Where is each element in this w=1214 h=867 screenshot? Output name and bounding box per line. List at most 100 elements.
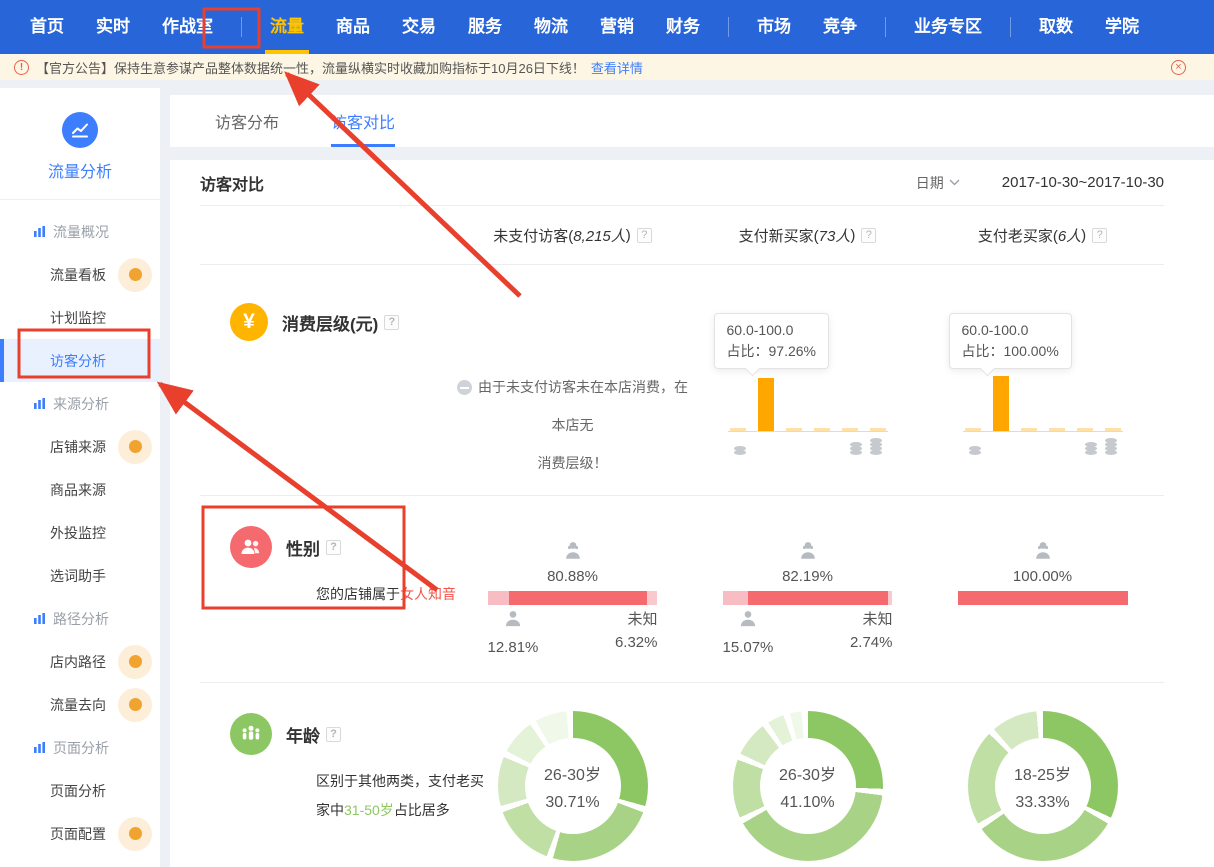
sidebar-item-流量去向[interactable]: 流量去向 <box>0 683 160 726</box>
female-share: 80.88% <box>488 540 658 585</box>
unknown-percent: 2.74% <box>850 632 893 655</box>
main-panel: 访客对比 日期 2017-10-30~2017-10-30 未支付访客(8,21… <box>170 160 1214 867</box>
nav-item-服务[interactable]: 服务 <box>452 0 518 54</box>
sidebar-item-路径分析[interactable]: 路径分析 <box>0 597 160 640</box>
tab-访客分布[interactable]: 访客分布 <box>215 109 279 147</box>
bar <box>786 428 802 431</box>
chart-icon <box>33 397 46 410</box>
sidebar-item-label: 页面分析 <box>50 781 106 801</box>
help-icon[interactable]: ? <box>384 315 399 330</box>
donut-center-label: 18-25岁 33.33% <box>968 711 1118 861</box>
help-icon[interactable]: ? <box>326 540 341 555</box>
sidebar-item-label: 页面分析 <box>53 738 109 758</box>
nav-item-交易[interactable]: 交易 <box>386 0 452 54</box>
sidebar-item-商品来源[interactable]: 商品来源 <box>0 468 160 511</box>
male-segment <box>488 591 510 605</box>
nav-item-商品[interactable]: 商品 <box>320 0 386 54</box>
female-share: 100.00% <box>958 540 1128 585</box>
section-gender: 性别 ? 您的店铺属于女人知音 80.88%12.81%未知6.32% 82.1… <box>200 495 1164 682</box>
date-dimension-dropdown[interactable]: 日期 <box>916 173 960 193</box>
notification-dot-core <box>129 698 142 711</box>
help-icon[interactable]: ? <box>861 228 876 243</box>
sidebar-item-流量看板[interactable]: 流量看板 <box>0 253 160 296</box>
bar <box>842 428 858 431</box>
column-header: 支付老买家(6人)? <box>925 225 1160 246</box>
age-donut-new-buyers: 26-30岁41.10% <box>690 683 925 867</box>
age-group-percent: 33.33% <box>1015 794 1069 812</box>
female-icon <box>562 540 584 562</box>
date-range-picker[interactable]: 2017-10-30~2017-10-30 <box>1002 174 1164 191</box>
chart-tooltip: 60.0-100.0占比：100.00% <box>949 313 1072 369</box>
sidebar-item-店铺来源[interactable]: 店铺来源 <box>0 425 160 468</box>
age-title: 年龄 <box>286 722 320 747</box>
sidebar-module-header: 流量分析 <box>0 88 160 200</box>
unknown-label: 未知 <box>850 609 893 632</box>
bar <box>758 378 774 431</box>
sidebar-item-访客分析[interactable]: 访客分析 <box>0 339 160 382</box>
notification-dot-core <box>129 268 142 281</box>
sidebar-item-页面分析[interactable]: 页面分析 <box>0 726 160 769</box>
mini-bar-chart: 60.0-100.0占比：97.26% <box>728 265 888 495</box>
sidebar-item-页面配置[interactable]: 页面配置 <box>0 812 160 855</box>
sidebar-item-label: 商品来源 <box>50 480 106 500</box>
nav-item-竞争[interactable]: 竞争 <box>807 0 873 54</box>
male-percent: 15.07% <box>723 637 774 660</box>
sidebar-items: 流量概况流量看板计划监控访客分析来源分析店铺来源商品来源外投监控选词助手路径分析… <box>0 200 160 855</box>
nav-item-取数[interactable]: 取数 <box>1023 0 1089 54</box>
nav-item-作战室[interactable]: 作战室 <box>146 0 229 54</box>
tooltip-share: 占比：100.00% <box>962 341 1059 362</box>
female-segment <box>748 591 888 605</box>
tab-访客对比[interactable]: 访客对比 <box>331 109 395 147</box>
sidebar-item-页面分析[interactable]: 页面分析 <box>0 769 160 812</box>
section-age: 年龄 ? 区别于其他两类，支付老买 家中31-50岁占比居多 26-30岁30.… <box>200 682 1164 867</box>
nav-item-物流[interactable]: 物流 <box>518 0 584 54</box>
close-icon[interactable]: × <box>1171 60 1186 75</box>
sidebar-item-来源分析[interactable]: 来源分析 <box>0 382 160 425</box>
sidebar-item-外投监控[interactable]: 外投监控 <box>0 511 160 554</box>
gender-chart: 82.19%15.07%未知2.74% <box>723 496 893 659</box>
donut-ring: 18-25岁 33.33% <box>968 711 1118 861</box>
level-axis-icons <box>728 435 888 457</box>
gender-bottom-labels: 12.81%未知6.32% <box>488 609 658 659</box>
level-axis-icons <box>963 435 1123 457</box>
chart-icon <box>33 612 46 625</box>
consumption-chart-old-buyers: 60.0-100.0占比：100.00% <box>925 265 1160 495</box>
sidebar-item-计划监控[interactable]: 计划监控 <box>0 296 160 339</box>
consumption-chart-new-buyers: 60.0-100.0占比：97.26% <box>690 265 925 495</box>
bar <box>1105 428 1121 431</box>
help-icon[interactable]: ? <box>637 228 652 243</box>
notification-dot <box>118 817 152 851</box>
coin-icon <box>1105 439 1117 455</box>
nav-divider <box>1010 17 1011 37</box>
nav-item-首页[interactable]: 首页 <box>14 0 80 54</box>
gender-chart-unpaid: 80.88% 12.81%未知6.32% <box>455 496 690 682</box>
gender-section-label: 性别 ? 您的店铺属于女人知音 <box>200 496 455 682</box>
column-header: 支付新买家(73人)? <box>690 225 925 246</box>
notification-dot-core <box>129 827 142 840</box>
sidebar-item-选词助手[interactable]: 选词助手 <box>0 554 160 597</box>
sidebar-item-店内路径[interactable]: 店内路径 <box>0 640 160 683</box>
age-group-label: 18-25岁 <box>1014 761 1071 785</box>
help-icon[interactable]: ? <box>326 727 341 742</box>
app-body: 流量分析 流量概况流量看板计划监控访客分析来源分析店铺来源商品来源外投监控选词助… <box>0 80 1214 867</box>
age-group-label: 26-30岁 <box>544 761 601 785</box>
nav-item-营销[interactable]: 营销 <box>584 0 650 54</box>
traffic-analysis-icon <box>62 112 98 148</box>
nav-item-流量[interactable]: 流量 <box>254 0 320 54</box>
nav-item-市场[interactable]: 市场 <box>741 0 807 54</box>
sidebar-item-label: 流量概况 <box>53 222 109 242</box>
nav-item-财务[interactable]: 财务 <box>650 0 716 54</box>
nav-item-学院[interactable]: 学院 <box>1089 0 1155 54</box>
nav-item-业务专区[interactable]: 业务专区 <box>898 0 998 54</box>
sidebar-item-label: 选词助手 <box>50 566 106 586</box>
coin <box>850 450 862 455</box>
column-count: 8,215人 <box>573 225 626 246</box>
consumption-title: 消费层级(元) <box>282 310 378 335</box>
help-icon[interactable]: ? <box>1092 228 1107 243</box>
nav-item-实时[interactable]: 实时 <box>80 0 146 54</box>
column-headers: 未支付访客(8,215人)?支付新买家(73人)?支付老买家(6人)? <box>200 206 1164 264</box>
announcement-link[interactable]: 查看详情 <box>591 58 643 77</box>
tooltip-range: 60.0-100.0 <box>962 320 1059 341</box>
column-count: 73人 <box>819 225 851 246</box>
sidebar-item-流量概况[interactable]: 流量概况 <box>0 210 160 253</box>
